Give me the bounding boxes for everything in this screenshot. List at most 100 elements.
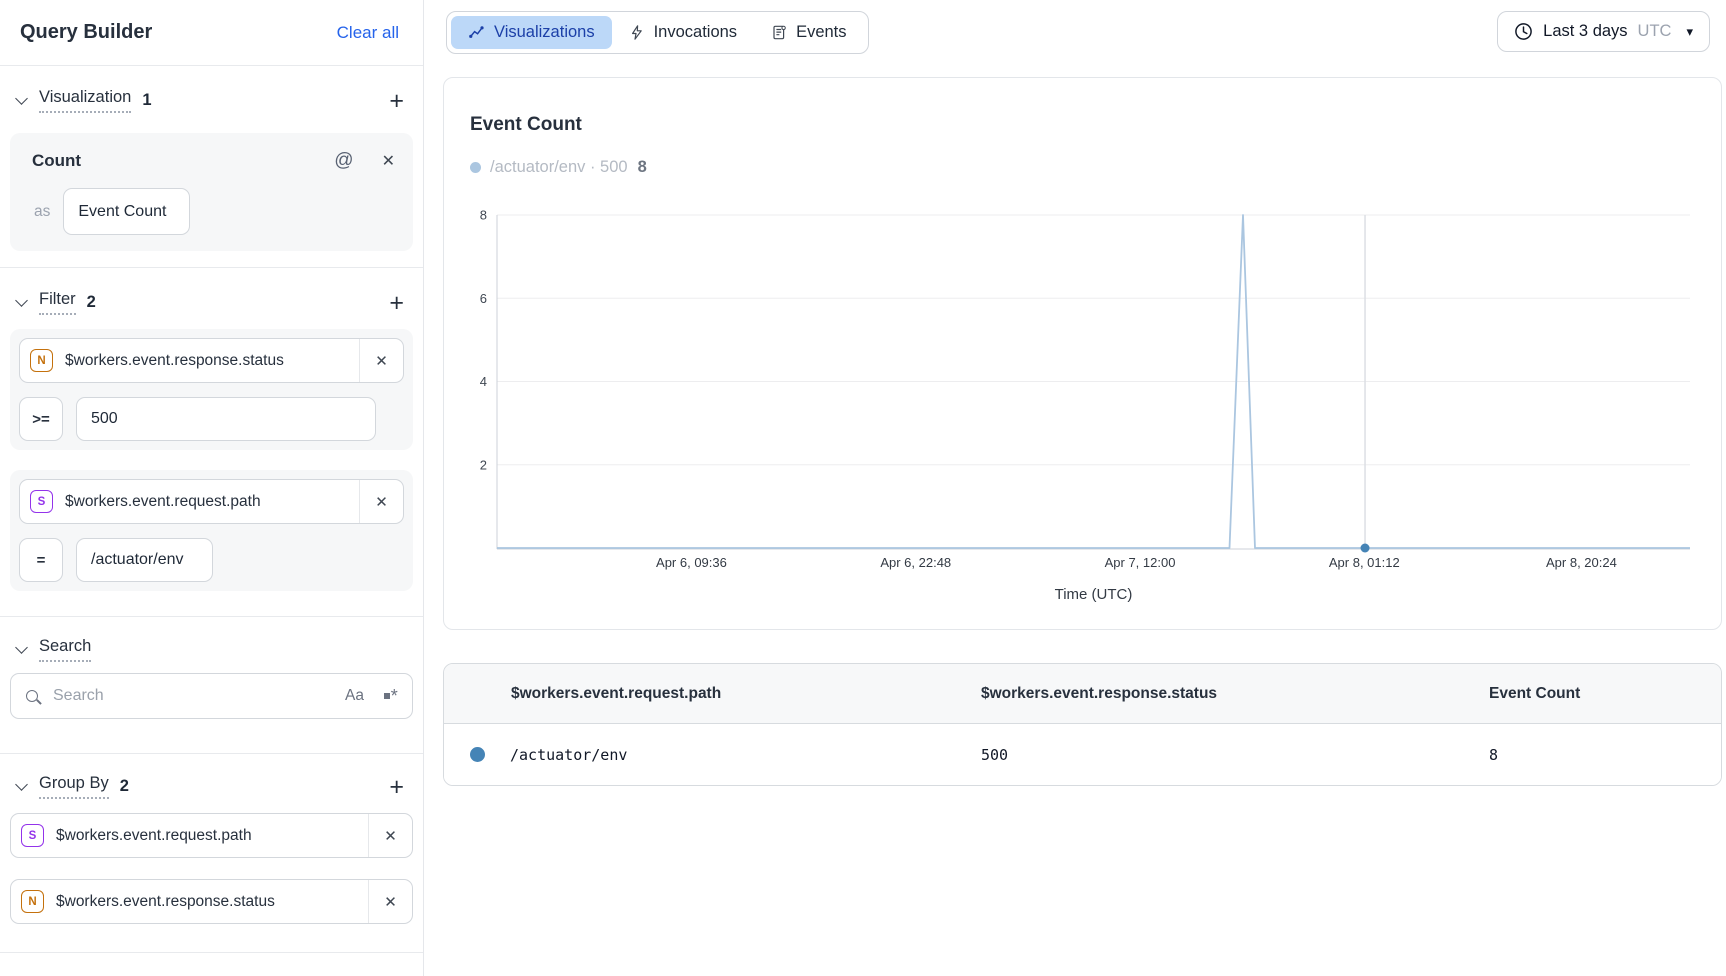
group-by-count: 2: [120, 777, 129, 796]
bolt-icon: [629, 24, 645, 41]
column-header-response-status: $workers.event.response.status: [981, 685, 1489, 703]
svg-text:8: 8: [480, 208, 487, 223]
alias-input[interactable]: [63, 188, 190, 235]
remove-filter-button[interactable]: ✕: [359, 339, 403, 382]
operator-select[interactable]: >=: [19, 397, 63, 441]
filter-count: 2: [87, 293, 96, 312]
svg-text:Time (UTC): Time (UTC): [1055, 586, 1133, 603]
series-color-dot: [470, 747, 485, 762]
filter-field-name: $workers.event.response.status: [65, 352, 359, 370]
string-type-icon: S: [21, 824, 44, 847]
table-header-row: $workers.event.request.path $workers.eve…: [444, 664, 1721, 724]
sidebar-header: Query Builder Clear all: [0, 0, 423, 66]
column-header-request-path: $workers.event.request.path: [444, 685, 981, 703]
remove-group-by-button[interactable]: ✕: [368, 880, 412, 923]
search-box: Aa *: [10, 673, 413, 719]
event-count-chart-card: Event Count /actuator/env · 500 8 2 4 6 8 Ap…: [443, 77, 1722, 630]
filter-operator-row: >=: [19, 397, 404, 441]
cell-request-path: /actuator/env: [510, 746, 627, 764]
remove-metric-button[interactable]: ✕: [382, 151, 395, 171]
cell-event-count: 8: [1489, 746, 1721, 764]
group-by-field-name: $workers.event.response.status: [56, 893, 368, 911]
main-content: Visualizations Invocations Events Last 3…: [425, 0, 1726, 976]
caret-down-icon: ▾: [1686, 24, 1693, 40]
operator-select[interactable]: =: [19, 538, 63, 582]
chevron-down-icon[interactable]: [15, 92, 28, 105]
filter-value-input[interactable]: [76, 397, 376, 441]
string-type-icon: S: [30, 490, 53, 513]
regex-toggle-icon[interactable]: *: [384, 691, 397, 702]
section-visualization: Visualization 1 + Count @ ✕ as: [0, 66, 423, 268]
svg-text:Apr 8, 01:12: Apr 8, 01:12: [1329, 555, 1400, 570]
section-filter: Filter 2 + N $workers.event.response.sta…: [0, 268, 423, 617]
tab-events[interactable]: Events: [754, 16, 863, 49]
page-title: Query Builder: [20, 21, 152, 44]
search-input[interactable]: [51, 686, 345, 706]
group-by-field-row[interactable]: S $workers.event.request.path ✕: [10, 813, 413, 858]
as-label: as: [34, 203, 50, 221]
svg-text:Apr 7, 12:00: Apr 7, 12:00: [1105, 555, 1176, 570]
remove-filter-button[interactable]: ✕: [359, 480, 403, 523]
group-by-section-label[interactable]: Group By: [39, 774, 109, 799]
search-icon: [26, 690, 38, 702]
clear-all-link[interactable]: Clear all: [337, 23, 399, 43]
results-table: $workers.event.request.path $workers.eve…: [443, 663, 1722, 786]
filter-field-row[interactable]: N $workers.event.response.status ✕: [19, 338, 404, 383]
section-group-by: Group By 2 + S $workers.event.request.pa…: [0, 754, 423, 953]
chevron-down-icon[interactable]: [15, 294, 28, 307]
visualization-section-header: Visualization 1 +: [10, 66, 413, 113]
svg-text:2: 2: [480, 457, 487, 472]
filter-value-input[interactable]: [76, 538, 213, 582]
query-builder-sidebar: Query Builder Clear all Visualization 1 …: [0, 0, 424, 976]
tab-visualizations[interactable]: Visualizations: [451, 16, 612, 49]
case-sensitive-toggle[interactable]: Aa: [345, 687, 364, 705]
svg-text:6: 6: [480, 291, 487, 306]
search-section-header: Search: [10, 617, 413, 662]
legend-series-label: /actuator/env · 500: [490, 158, 628, 177]
metric-name[interactable]: Count: [32, 151, 81, 171]
tab-label: Events: [796, 23, 846, 42]
tab-label: Invocations: [654, 23, 737, 42]
filter-field-row[interactable]: S $workers.event.request.path ✕: [19, 479, 404, 524]
time-range-selector[interactable]: Last 3 days UTC ▾: [1497, 11, 1710, 52]
add-group-by-button[interactable]: +: [386, 777, 407, 797]
group-by-field-name: $workers.event.request.path: [56, 827, 368, 845]
view-tabs: Visualizations Invocations Events: [446, 11, 869, 54]
column-header-event-count: Event Count: [1489, 685, 1721, 703]
filter-field-name: $workers.event.request.path: [65, 493, 359, 511]
chevron-down-icon[interactable]: [15, 641, 28, 654]
document-icon: [771, 24, 787, 41]
metric-card: Count @ ✕ as: [10, 133, 413, 251]
svg-text:Apr 8, 20:24: Apr 8, 20:24: [1546, 555, 1617, 570]
filter-operator-row: =: [19, 538, 404, 582]
legend-series-value: 8: [638, 158, 647, 177]
legend-dot: [470, 162, 481, 173]
svg-text:Apr 6, 22:48: Apr 6, 22:48: [880, 555, 951, 570]
number-type-icon: N: [30, 349, 53, 372]
at-sign-icon[interactable]: @: [334, 150, 353, 172]
filter-card: N $workers.event.response.status ✕ >=: [10, 329, 413, 450]
number-type-icon: N: [21, 890, 44, 913]
cell-response-status: 500: [981, 746, 1489, 764]
search-section-label[interactable]: Search: [39, 637, 91, 662]
table-row[interactable]: /actuator/env 500 8: [444, 724, 1721, 785]
tab-label: Visualizations: [494, 23, 595, 42]
add-filter-button[interactable]: +: [386, 293, 407, 313]
tab-invocations[interactable]: Invocations: [612, 16, 754, 49]
alias-row: as: [32, 188, 395, 235]
svg-text:4: 4: [480, 374, 487, 389]
chevron-down-icon[interactable]: [15, 778, 28, 791]
filter-section-label[interactable]: Filter: [39, 290, 76, 315]
group-by-field-row[interactable]: N $workers.event.response.status ✕: [10, 879, 413, 924]
filter-section-header: Filter 2 +: [10, 268, 413, 315]
visualization-section-label[interactable]: Visualization: [39, 88, 131, 113]
time-range-label: Last 3 days: [1543, 22, 1627, 41]
section-search: Search Aa *: [0, 617, 423, 754]
remove-group-by-button[interactable]: ✕: [368, 814, 412, 857]
svg-text:Apr 6, 09:36: Apr 6, 09:36: [656, 555, 727, 570]
metric-card-header: Count @ ✕: [32, 150, 395, 172]
visualization-count: 1: [142, 91, 151, 110]
add-visualization-button[interactable]: +: [386, 91, 407, 111]
chart-title: Event Count: [470, 114, 582, 136]
chart-legend[interactable]: /actuator/env · 500 8: [470, 158, 647, 177]
